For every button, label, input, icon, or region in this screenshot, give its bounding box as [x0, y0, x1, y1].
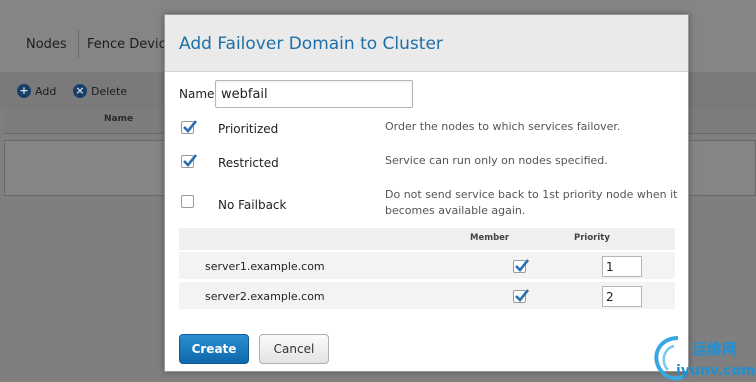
dialog-title: Add Failover Domain to Cluster [179, 34, 443, 54]
tab-nodes[interactable]: Nodes [26, 37, 67, 52]
table-row: server2.example.com [179, 282, 675, 310]
member-column-header: Member [470, 233, 510, 243]
create-button[interactable]: Create [179, 334, 249, 364]
restricted-checkbox[interactable] [181, 154, 197, 168]
delete-button[interactable]: × Delete [73, 84, 127, 98]
table-row: server1.example.com [179, 252, 675, 280]
restricted-description: Service can run only on nodes specified. [385, 154, 608, 167]
watermark: 运维网 iyunv.com [648, 332, 756, 382]
dialog-header: Add Failover Domain to Cluster [165, 15, 688, 72]
no-failback-checkbox[interactable] [181, 195, 194, 208]
member-checkbox[interactable] [513, 259, 529, 273]
checkmark-icon [515, 289, 529, 302]
priority-input[interactable] [602, 256, 642, 277]
checkmark-icon [183, 120, 197, 133]
watermark-logo-icon: 运维网 iyunv.com [654, 336, 756, 381]
add-failover-domain-dialog: Add Failover Domain to Cluster Name Prio… [164, 14, 689, 372]
delete-label: Delete [91, 84, 128, 98]
priority-column-header: Priority [574, 233, 610, 243]
priority-input[interactable] [602, 286, 642, 307]
member-checkbox[interactable] [513, 289, 529, 303]
prioritized-checkbox[interactable] [181, 120, 197, 134]
checkmark-icon [515, 259, 529, 272]
cancel-button[interactable]: Cancel [259, 334, 329, 364]
watermark-url-text: iyunv.com [676, 363, 756, 379]
name-input[interactable] [215, 80, 413, 108]
prioritized-description: Order the nodes to which services failov… [385, 120, 621, 133]
no-failback-description: Do not send service back to 1st priority… [385, 188, 678, 217]
watermark-cn-text: 运维网 [692, 340, 737, 358]
server-name: server1.example.com [205, 260, 325, 273]
add-label: Add [35, 84, 57, 98]
members-table: Member Priority server1.example.com serv… [179, 228, 675, 310]
delete-icon: × [73, 84, 87, 98]
no-failback-label: No Failback [218, 198, 287, 212]
members-table-header: Member Priority [179, 228, 675, 250]
server-name: server2.example.com [205, 290, 325, 303]
restricted-label: Restricted [218, 156, 279, 170]
tab-fence-devices[interactable]: Fence Devic [87, 37, 166, 52]
plus-icon: + [17, 84, 31, 98]
tab-separator [78, 30, 79, 58]
column-name-header: Name [104, 114, 134, 124]
name-label: Name [179, 87, 215, 101]
prioritized-label: Prioritized [218, 122, 279, 136]
checkmark-icon [183, 154, 197, 167]
add-button[interactable]: + Add [17, 84, 56, 98]
